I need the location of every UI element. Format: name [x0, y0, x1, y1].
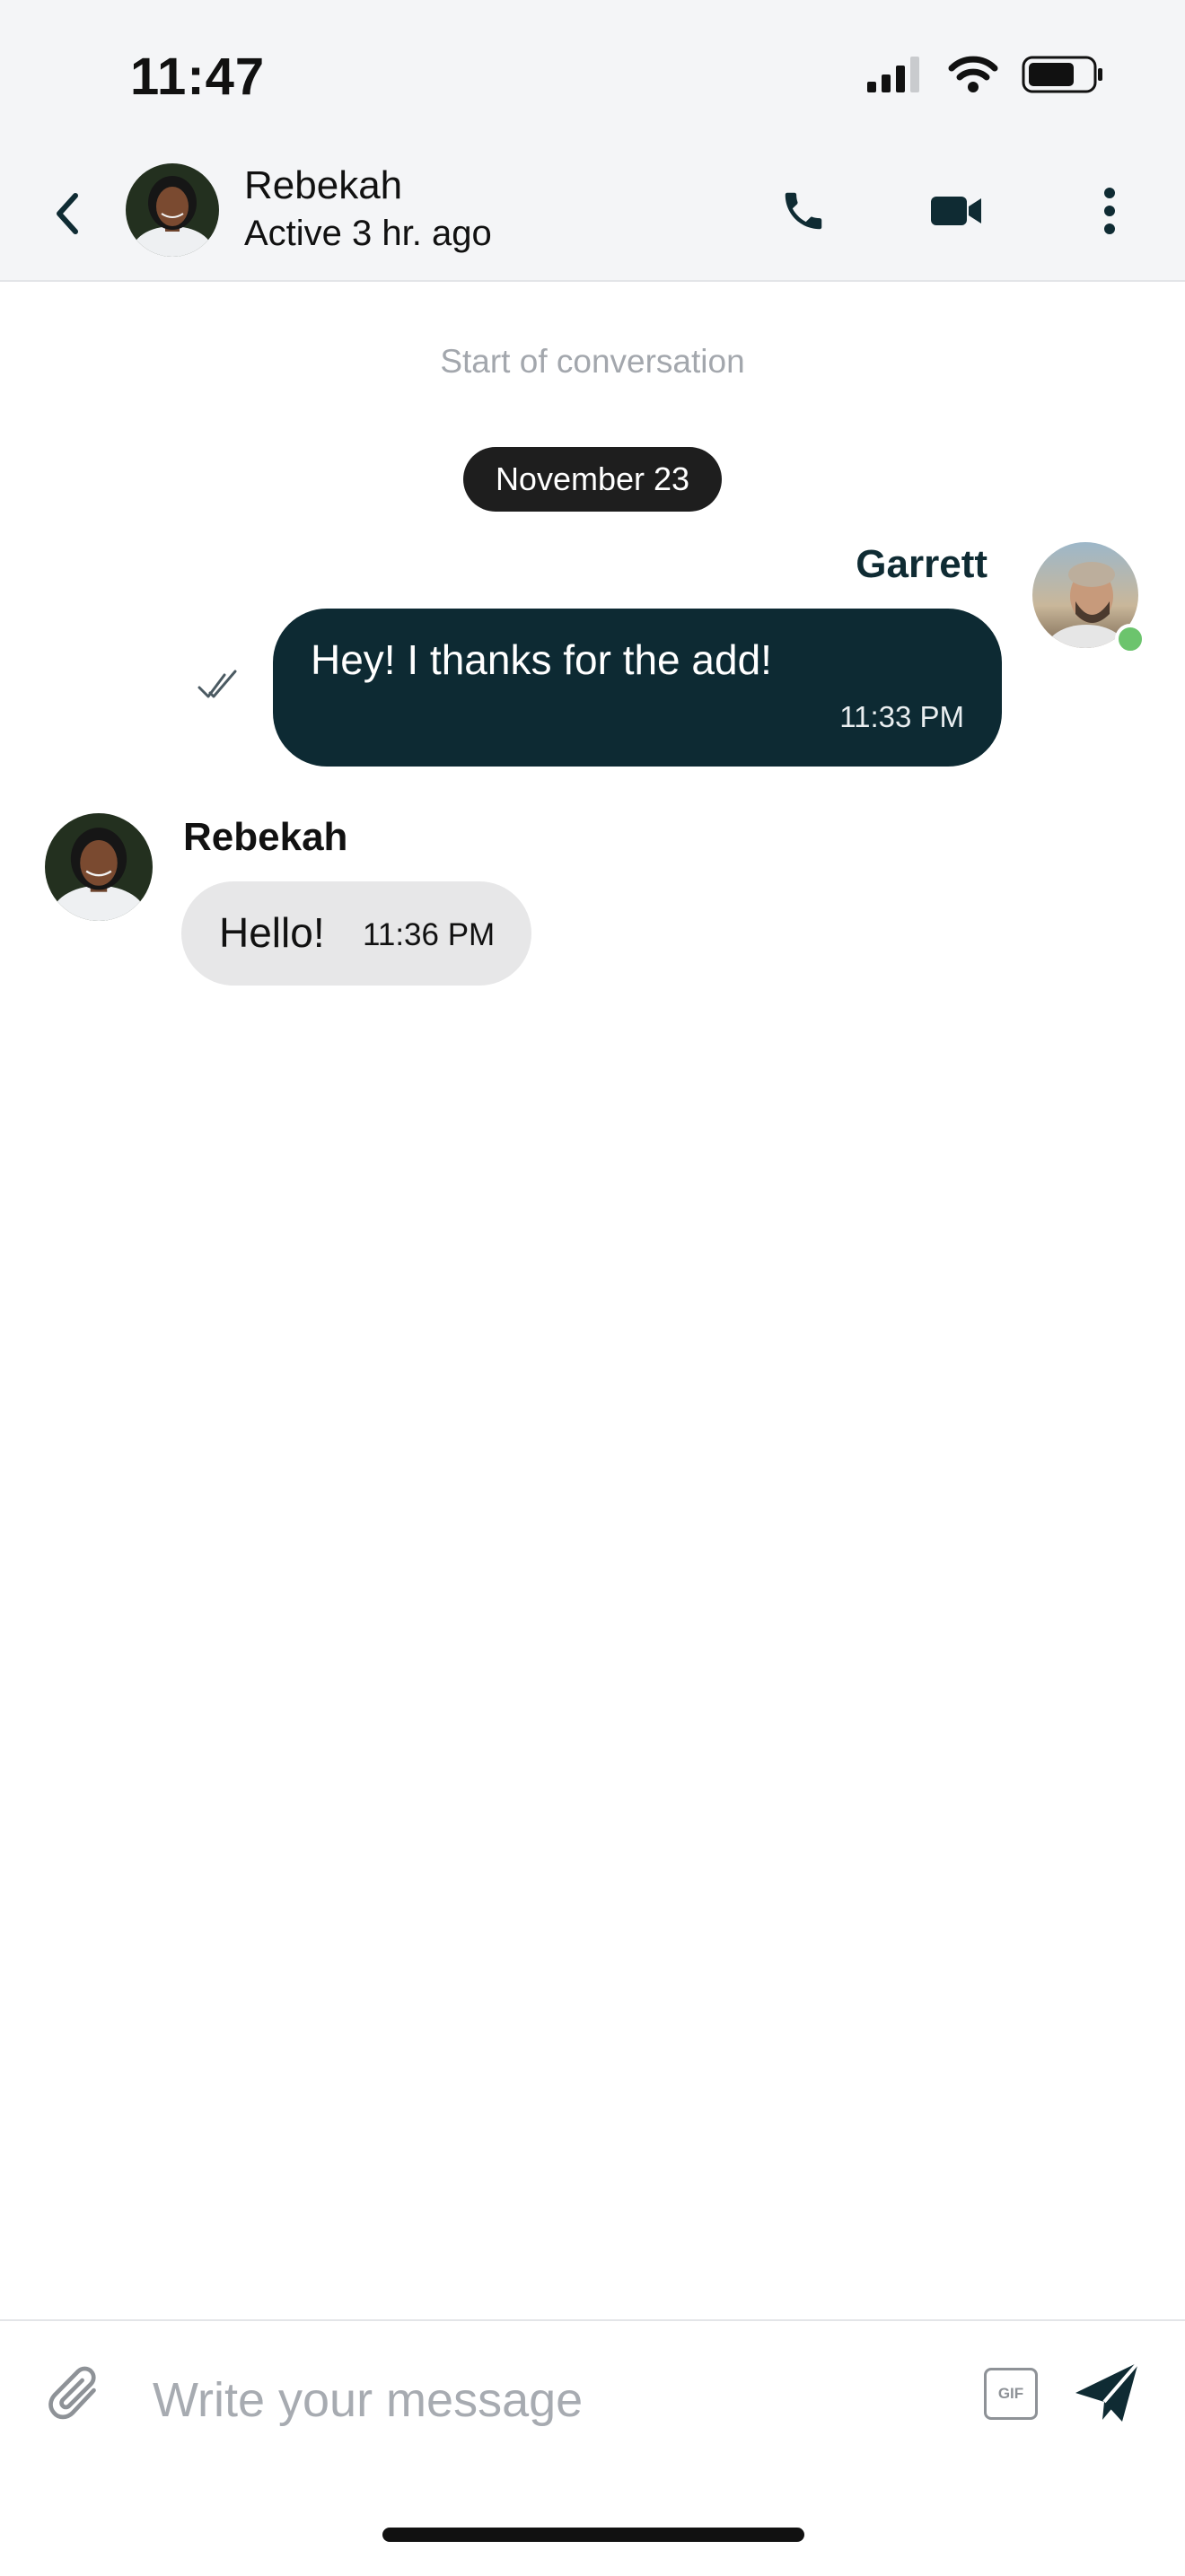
- contact-message-avatar[interactable]: [45, 813, 153, 921]
- message-time: 11:36 PM: [363, 917, 496, 952]
- gif-label: GIF: [997, 2385, 1024, 2402]
- chat-header: Rebekah Active 3 hr. ago: [0, 153, 1185, 282]
- status-bar: 11:47: [0, 0, 1185, 153]
- date-separator: November 23: [463, 447, 722, 512]
- contact-status: Active 3 hr. ago: [244, 214, 492, 253]
- message-text: Hello!: [219, 909, 325, 956]
- status-icons: [867, 56, 1104, 93]
- contact-name: Rebekah: [244, 163, 403, 207]
- message-text: Hey! I thanks for the add!: [311, 636, 772, 683]
- call-button[interactable]: [772, 180, 835, 242]
- paperclip-icon[interactable]: [43, 2359, 108, 2432]
- video-call-button[interactable]: [926, 180, 988, 242]
- sender-name-incoming: Rebekah: [183, 815, 348, 859]
- signal-icon: [867, 57, 919, 92]
- online-status-dot: [1115, 624, 1146, 654]
- read-receipt-icon: [198, 670, 237, 698]
- incoming-message-bubble[interactable]: Hello! 11:36 PM: [181, 881, 531, 986]
- send-icon[interactable]: [1072, 2357, 1142, 2427]
- phone-icon: [785, 192, 822, 230]
- back-arrow-icon[interactable]: [45, 187, 88, 241]
- battery-icon: [1022, 56, 1102, 93]
- message-time: 11:33 PM: [839, 700, 964, 733]
- sender-name-outgoing: Garrett: [856, 542, 988, 586]
- wifi-icon: [948, 56, 998, 92]
- contact-avatar[interactable]: [126, 163, 219, 257]
- more-vertical-icon: [1104, 188, 1115, 234]
- gif-button[interactable]: GIF: [984, 2368, 1038, 2420]
- home-indicator[interactable]: [382, 2528, 804, 2542]
- message-input[interactable]: [153, 2364, 943, 2436]
- more-options-button[interactable]: [1078, 180, 1141, 242]
- conversation-start-label: Start of conversation: [440, 343, 745, 380]
- outgoing-message-bubble[interactable]: Hey! I thanks for the add! 11:33 PM: [273, 609, 1002, 767]
- clock: 11:47: [130, 48, 266, 106]
- video-camera-icon: [931, 197, 981, 225]
